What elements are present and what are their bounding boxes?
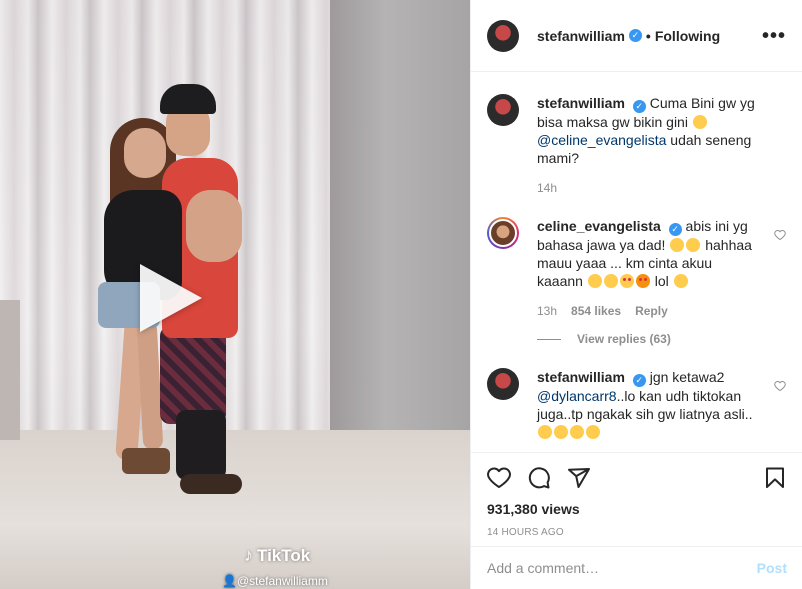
reply-button[interactable]: Reply: [635, 304, 668, 318]
comment-likes[interactable]: 854 likes: [571, 304, 621, 318]
more-icon[interactable]: •••: [762, 26, 786, 46]
rofl-emoji-icon: [554, 425, 568, 439]
comments-list[interactable]: stefanwilliam ✓ Cuma Bini gw yg bisa mak…: [471, 72, 802, 452]
comment-icon[interactable]: [527, 466, 551, 490]
comment-time[interactable]: 13h: [537, 304, 557, 318]
comment-username[interactable]: stefanwilliam: [537, 369, 625, 385]
person-b-arm: [186, 190, 242, 262]
comment-input[interactable]: [487, 560, 757, 576]
view-replies-label[interactable]: View replies (63): [577, 332, 671, 346]
like-comment-icon[interactable]: [774, 380, 786, 392]
verified-icon: ✓: [628, 29, 642, 42]
action-row: [487, 463, 787, 493]
person-b-legs: [176, 410, 226, 480]
view-count[interactable]: 931,380 views: [487, 501, 787, 517]
person-a-shoes: [122, 448, 170, 474]
upside-down-face-emoji-icon: [692, 115, 707, 129]
instagram-post-modal: ♪ TikTok 👤@stefanwilliamm stefanwilliam …: [0, 0, 802, 589]
comment-text-3: lol: [654, 273, 669, 289]
mention-link[interactable]: @celine_evangelista: [537, 132, 666, 148]
comment-text: jgn ketawa2: [649, 369, 725, 385]
header-username[interactable]: stefanwilliam: [537, 28, 625, 44]
tiktok-watermark: ♪ TikTok: [244, 545, 310, 566]
tiktok-handle: 👤@stefanwilliamm: [222, 574, 328, 588]
mention-link[interactable]: @dylancarr8: [537, 388, 617, 404]
bookmark-icon[interactable]: [763, 466, 787, 490]
comment-item: celine_evangelista ✓ abis ini yg bahasa …: [487, 195, 786, 318]
wink-kiss-emoji-icon: [587, 274, 602, 288]
following-button[interactable]: Following: [655, 28, 720, 44]
rofl-emoji-icon: [538, 425, 552, 439]
like-comment-icon[interactable]: [774, 229, 786, 241]
post-header: stefanwilliam ✓ • Following •••: [471, 0, 802, 72]
view-replies-button[interactable]: View replies (63): [537, 332, 786, 346]
caption-comment: stefanwilliam ✓ Cuma Bini gw yg bisa mak…: [487, 72, 786, 195]
comment-time[interactable]: 14h: [537, 181, 557, 195]
dot-separator: •: [645, 27, 651, 44]
avatar[interactable]: [487, 368, 519, 400]
post-timestamp[interactable]: 14 HOURS AGO: [487, 527, 787, 538]
verified-icon: ✓: [632, 100, 646, 113]
post-actions: 931,380 views 14 HOURS AGO: [471, 452, 802, 538]
post-button[interactable]: Post: [757, 560, 787, 576]
video-player[interactable]: ♪ TikTok 👤@stefanwilliamm: [0, 0, 470, 589]
comment-username[interactable]: stefanwilliam: [537, 95, 625, 111]
person-a-face: [124, 128, 166, 178]
tiktok-logo-icon: ♪: [244, 545, 253, 565]
comment-username[interactable]: celine_evangelista: [537, 218, 661, 234]
share-icon[interactable]: [567, 466, 591, 490]
tongue-emoji-icon: [686, 238, 701, 252]
comment-item: stefanwilliam ✓ jgn ketawa2 @dylancarr8.…: [487, 346, 786, 441]
floor-background: [0, 430, 470, 589]
post-media: ♪ TikTok 👤@stefanwilliamm: [0, 0, 470, 589]
replies-divider: [537, 338, 561, 340]
avatar[interactable]: [487, 94, 519, 126]
rofl-emoji-icon: [586, 425, 600, 439]
person-b-cap: [160, 84, 216, 114]
tiktok-handle-label: @stefanwilliamm: [236, 574, 328, 588]
verified-icon: ✓: [632, 374, 646, 387]
avatar[interactable]: [487, 217, 519, 249]
avatar[interactable]: [487, 19, 519, 52]
post-sidebar: stefanwilliam ✓ • Following ••• stefanwi…: [470, 0, 802, 589]
laughing-emoji-icon: [673, 274, 688, 288]
play-icon[interactable]: [140, 264, 202, 332]
verified-icon: ✓: [668, 223, 682, 236]
chair-edge: [0, 300, 20, 440]
heart-eyes-emoji-icon: [619, 274, 634, 288]
rofl-emoji-icon: [670, 238, 685, 252]
rofl-emoji-icon: [570, 425, 584, 439]
kiss-emoji-icon: [603, 274, 618, 288]
tiktok-watermark-label: TikTok: [257, 545, 311, 565]
person-b-shoe: [180, 474, 242, 494]
person-icon: 👤: [222, 574, 237, 588]
heart-icon[interactable]: [487, 466, 511, 490]
heart-eyes-emoji-icon: [635, 274, 650, 288]
add-comment-bar: Post: [471, 546, 802, 589]
